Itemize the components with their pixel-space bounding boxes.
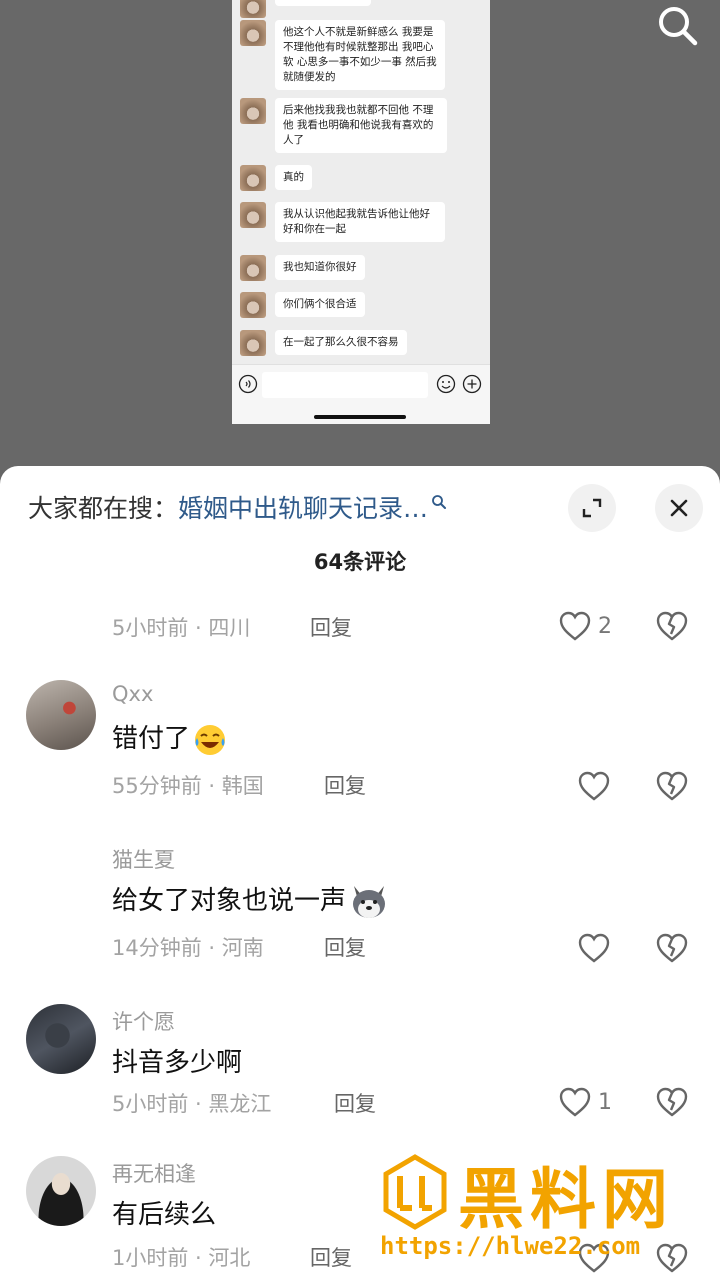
comment-time: 1小时前 <box>112 1246 189 1270</box>
chat-message: 后来他找我我也就都不回他 不理他 我看也明确和他说我有喜欢的人了 <box>240 98 447 153</box>
comment-time: 14分钟前 <box>112 936 202 960</box>
chat-message: 你们俩个很合适 <box>240 292 365 318</box>
avatar[interactable] <box>26 680 96 750</box>
chat-message: 真的 <box>240 165 312 191</box>
chat-avatar <box>240 330 266 356</box>
chat-avatar <box>240 255 266 281</box>
comment-time: 5小时前 <box>112 616 189 640</box>
comment-username[interactable]: 许个愿 <box>112 1006 175 1036</box>
chat-message: 我从认识他起我就告诉他让他好好和你在一起 <box>240 202 445 242</box>
chat-screenshot: 他这个人不就是新鲜感么 我要是不理他他有时候就整那出 我吧心软 心思多一事不如少… <box>232 0 490 424</box>
reply-button[interactable]: 回复 <box>310 612 352 642</box>
broken-heart-icon[interactable] <box>655 932 689 964</box>
voice-icon <box>238 374 258 394</box>
like-button[interactable]: 1 <box>558 1086 612 1118</box>
expand-button[interactable] <box>568 484 616 532</box>
reply-button[interactable]: 回复 <box>334 1088 376 1118</box>
heart-icon <box>559 611 591 641</box>
broken-heart-icon[interactable] <box>655 1086 689 1118</box>
search-icon[interactable] <box>654 2 702 50</box>
comment-location: 韩国 <box>221 774 264 798</box>
comment-body: 给女了对象也说一声 <box>112 886 347 916</box>
like-count: 1 <box>598 1089 612 1115</box>
reply-button[interactable]: 回复 <box>324 932 366 962</box>
chat-bubble: 他这个人不就是新鲜感么 我要是不理他他有时候就整那出 我吧心软 心思多一事不如少… <box>275 20 445 90</box>
comment-text: 有后续么 <box>112 1200 217 1230</box>
video-area[interactable]: 他这个人不就是新鲜感么 我要是不理他他有时候就整那出 我吧心软 心思多一事不如少… <box>0 0 720 470</box>
search-icon <box>432 495 447 509</box>
chat-avatar <box>240 20 266 46</box>
comment-meta: 14分钟前 · 河南 <box>112 936 264 960</box>
comment-body: 错付了 <box>112 724 191 754</box>
watermark-url: https://hlwe22.com <box>380 1232 641 1260</box>
comment-location: 黑龙江 <box>208 1092 272 1116</box>
home-indicator <box>314 415 406 419</box>
comment-text: 抖音多少啊 <box>112 1048 243 1078</box>
comment-time: 55分钟前 <box>112 774 202 798</box>
comment-meta: 1小时前 · 河北 <box>112 1246 251 1270</box>
chat-bubble: 在一起了那么久很不容易 <box>275 330 407 355</box>
chat-message: 他这个人不就是新鲜感么 我要是不理他他有时候就整那出 我吧心软 心思多一事不如少… <box>240 20 445 90</box>
heart-icon[interactable] <box>577 932 611 964</box>
chat-avatar <box>240 98 266 124</box>
comment-meta: 5小时前 · 黑龙江 <box>112 1092 272 1116</box>
close-icon <box>670 499 688 517</box>
comment-location: 河南 <box>221 936 264 960</box>
broken-heart-icon[interactable] <box>655 610 689 642</box>
watermark-logo-icon <box>383 1154 447 1230</box>
chat-message-partial <box>240 0 371 18</box>
watermark-title: 黑料网 <box>458 1161 674 1238</box>
comment-location: 四川 <box>208 616 251 640</box>
crying-laughing-emoji <box>195 724 226 755</box>
chat-bubble: 我从认识他起我就告诉他让他好好和你在一起 <box>275 202 445 242</box>
comment-username[interactable]: 再无相逢 <box>112 1158 196 1188</box>
heart-icon[interactable] <box>577 770 611 802</box>
chat-text-field <box>262 372 428 398</box>
chat-bubble: 真的 <box>275 165 312 190</box>
heart-icon <box>559 1087 591 1117</box>
chat-input-bar <box>232 364 490 424</box>
suggested-search-term[interactable]: 婚姻中出轨聊天记录… <box>178 494 428 523</box>
expand-icon <box>582 498 602 518</box>
comment-username[interactable]: Qxx <box>112 682 153 706</box>
comment-meta: 55分钟前 · 韩国 <box>112 774 264 798</box>
chat-avatar <box>240 0 266 18</box>
avatar[interactable] <box>26 1156 96 1226</box>
broken-heart-icon[interactable] <box>655 770 689 802</box>
suggested-search[interactable]: 大家都在搜：婚姻中出轨聊天记录… <box>28 492 447 526</box>
reply-button[interactable]: 回复 <box>324 770 366 800</box>
smiley-icon <box>436 374 456 394</box>
husky-dog-emoji <box>353 885 386 918</box>
comment-text: 给女了对象也说一声 <box>112 880 390 922</box>
plus-icon <box>462 374 482 394</box>
chat-bubble: 你们俩个很合适 <box>275 292 365 317</box>
chat-message: 在一起了那么久很不容易 <box>240 330 407 356</box>
chat-avatar <box>240 292 266 318</box>
comment-meta: 5小时前 · 四川 <box>112 616 251 640</box>
chat-message: 我也知道你很好 <box>240 255 365 281</box>
chat-bubble: 后来他找我我也就都不回他 不理他 我看也明确和他说我有喜欢的人了 <box>275 98 447 153</box>
like-button[interactable]: 2 <box>558 610 612 642</box>
watermark: 黑料网 https://hlwe22.com <box>380 1152 710 1274</box>
suggested-search-label: 大家都在搜： <box>28 494 179 523</box>
comment-time: 5小时前 <box>112 1092 189 1116</box>
avatar[interactable] <box>26 1004 96 1074</box>
reply-button[interactable]: 回复 <box>310 1242 352 1272</box>
like-count: 2 <box>598 613 612 639</box>
chat-avatar <box>240 202 266 228</box>
close-button[interactable] <box>655 484 703 532</box>
comment-location: 河北 <box>208 1246 251 1270</box>
chat-bubble-partial <box>275 0 371 6</box>
comment-count: 64条评论 <box>313 550 407 574</box>
chat-avatar <box>240 165 266 191</box>
chat-bubble: 我也知道你很好 <box>275 255 365 280</box>
comment-text: 错付了 <box>112 718 228 758</box>
comment-username[interactable]: 猫生夏 <box>112 844 175 874</box>
